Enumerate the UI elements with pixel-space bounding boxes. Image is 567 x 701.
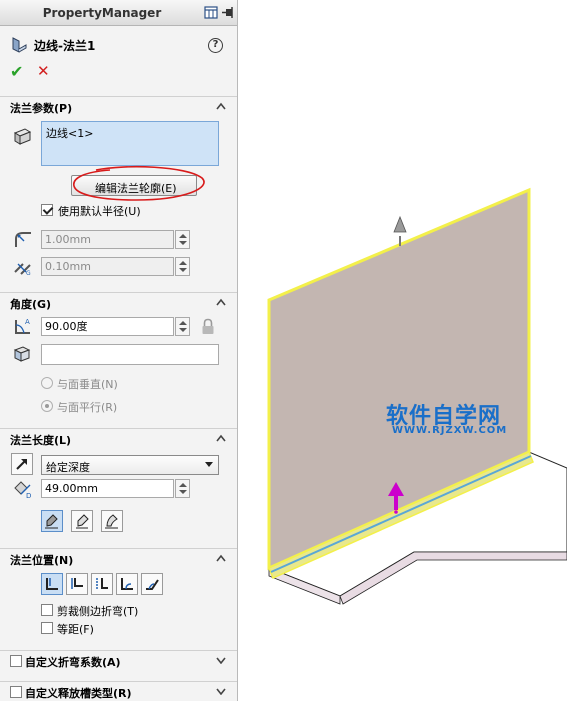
chevron-down-icon[interactable]	[216, 687, 226, 695]
feature-title: 边线-法兰1	[34, 39, 96, 53]
panel-title: PropertyManager	[42, 6, 162, 20]
reference-face-input[interactable]	[41, 344, 219, 365]
offset-checkbox[interactable]	[41, 622, 53, 634]
virtual-sharp-button[interactable]	[116, 573, 138, 595]
use-default-radius-checkbox[interactable]	[41, 204, 53, 216]
tangent-bend-button[interactable]	[101, 510, 123, 532]
flange-length-input[interactable]: 49.00mm	[41, 479, 174, 498]
chevron-up-icon[interactable]	[216, 554, 226, 562]
section-flange-params[interactable]: 法兰参数(P)	[0, 96, 237, 116]
material-outside-button[interactable]	[66, 573, 88, 595]
flange-angle-input[interactable]: 90.00度	[41, 317, 174, 336]
section-custom-relief-type[interactable]: 自定义释放槽类型(R)	[0, 681, 237, 701]
tangent-to-bend-icon	[146, 579, 159, 590]
property-manager-panel: PropertyManager 边线-法兰1 ? ✔ ✕ 法兰参数(P) 边线<…	[0, 0, 238, 701]
edge-selection-icon	[13, 128, 32, 145]
help-icon[interactable]: ?	[208, 38, 223, 53]
ok-button[interactable]: ✔	[10, 62, 23, 81]
parallel-to-face-label: 与面平行(R)	[57, 401, 118, 414]
svg-text:A: A	[25, 318, 30, 326]
trim-side-bends-label: 剪裁侧边折弯(T)	[57, 605, 139, 618]
section-flange-length[interactable]: 法兰长度(L)	[0, 428, 237, 448]
chevron-up-icon[interactable]	[216, 102, 226, 110]
section-flange-length-label: 法兰长度(L)	[10, 434, 72, 447]
tangent-bend-icon	[105, 514, 118, 529]
bend-radius-icon	[15, 232, 31, 247]
inner-virtual-sharp-icon	[76, 514, 89, 529]
section-angle[interactable]: 角度(G)	[0, 292, 237, 312]
selected-edge-item[interactable]: 边线<1>	[46, 125, 93, 141]
bend-outside-button[interactable]	[91, 573, 113, 595]
bend-radius-input[interactable]: 1.00mm	[41, 230, 174, 249]
gap-distance-icon: G	[14, 263, 31, 276]
bend-outside-icon	[96, 578, 108, 589]
property-manager-header: PropertyManager	[0, 0, 237, 26]
trim-side-bends-checkbox[interactable]	[41, 604, 53, 616]
watermark-url: WWW.RJZXW.COM	[392, 425, 508, 436]
inner-virtual-sharp-button[interactable]	[71, 510, 93, 532]
custom-relief-type-checkbox[interactable]	[10, 686, 22, 698]
svg-text:G: G	[26, 270, 31, 276]
reverse-direction-button[interactable]	[11, 453, 33, 475]
tangent-to-bend-button[interactable]	[141, 573, 163, 595]
section-custom-bend-allowance[interactable]: 自定义折弯系数(A)	[0, 650, 237, 670]
chevron-up-icon[interactable]	[216, 298, 226, 306]
pushpin-icon[interactable]	[221, 6, 235, 19]
custom-bend-allowance-label: 自定义折弯系数(A)	[25, 656, 121, 669]
flange-length-icon: D	[14, 481, 31, 499]
offset-label: 等距(F)	[57, 623, 94, 636]
edge-flange-icon	[12, 37, 27, 53]
chevron-up-icon[interactable]	[216, 434, 226, 442]
use-default-radius-label: 使用默认半径(U)	[58, 205, 141, 218]
normal-to-face-radio[interactable]	[41, 377, 53, 389]
custom-relief-type-label: 自定义释放槽类型(R)	[25, 687, 132, 700]
lock-icon[interactable]	[201, 318, 215, 335]
outer-virtual-sharp-icon	[45, 514, 58, 529]
section-angle-label: 角度(G)	[10, 298, 52, 311]
graphics-area[interactable]	[239, 0, 567, 701]
gap-distance-spinner[interactable]	[175, 257, 190, 276]
sheet-metal-model[interactable]	[239, 0, 567, 701]
reverse-direction-icon	[16, 459, 27, 470]
dropdown-arrow-icon	[205, 462, 213, 467]
section-flange-position[interactable]: 法兰位置(N)	[0, 548, 237, 568]
section-flange-params-label: 法兰参数(P)	[10, 102, 73, 115]
flange-angle-spinner[interactable]	[175, 317, 190, 336]
red-annotation-circle	[73, 165, 205, 201]
end-condition-value: 给定深度	[46, 461, 90, 474]
normal-to-face-label: 与面垂直(N)	[57, 378, 118, 391]
direction-arrow-icon[interactable]	[393, 215, 407, 233]
reference-face-icon	[13, 346, 31, 362]
outer-virtual-sharp-button[interactable]	[41, 510, 63, 532]
pin-panel-icon[interactable]	[204, 6, 218, 19]
virtual-sharp-icon	[121, 578, 133, 590]
parallel-to-face-radio[interactable]	[41, 400, 53, 412]
flange-angle-icon: A	[15, 318, 30, 334]
gap-distance-input[interactable]: 0.10mm	[41, 257, 174, 276]
material-outside-icon	[71, 578, 83, 589]
end-condition-select[interactable]: 给定深度	[41, 455, 219, 475]
custom-bend-allowance-checkbox[interactable]	[10, 655, 22, 667]
cancel-button[interactable]: ✕	[37, 62, 50, 80]
bend-radius-spinner[interactable]	[175, 230, 190, 249]
chevron-down-icon[interactable]	[216, 656, 226, 664]
material-inside-button[interactable]	[41, 573, 63, 595]
svg-text:D: D	[26, 492, 31, 499]
section-flange-position-label: 法兰位置(N)	[10, 554, 74, 567]
edge-selection-box[interactable]: 边线<1>	[41, 121, 219, 166]
material-inside-icon	[46, 578, 58, 590]
flange-length-spinner[interactable]	[175, 479, 190, 498]
